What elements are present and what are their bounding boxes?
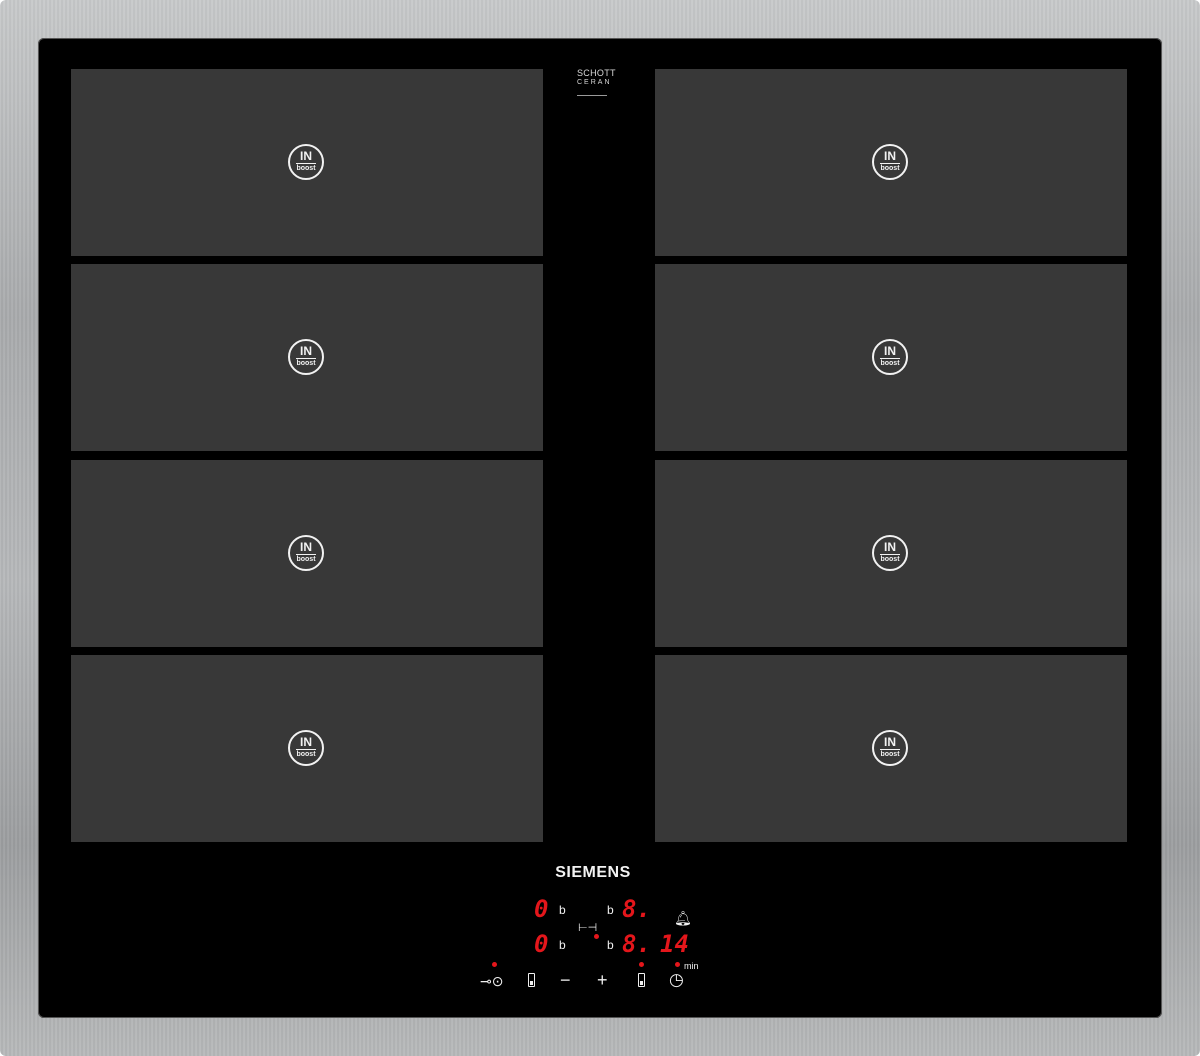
- induction-boost-icon: IN boost: [872, 535, 908, 571]
- cooking-zone-left-1[interactable]: IN boost: [71, 69, 543, 256]
- induction-boost-icon: IN boost: [288, 339, 324, 375]
- minus-button[interactable]: −: [560, 971, 571, 989]
- front-left-power-level: 0: [534, 895, 549, 923]
- brand-logo: SIEMENS: [555, 864, 631, 881]
- cooking-zone-left-2[interactable]: IN boost: [71, 264, 543, 451]
- zone-select-left-button[interactable]: [528, 973, 535, 987]
- front-right-boost-flag: b: [607, 903, 614, 917]
- timer-led: [675, 962, 680, 967]
- induction-boost-icon: IN boost: [288, 730, 324, 766]
- induction-boost-icon: IN boost: [872, 144, 908, 180]
- schott-ceran-logo: SCHOTT CERAN: [577, 69, 616, 96]
- induction-boost-icon: IN boost: [872, 339, 908, 375]
- timer-value-display: 14: [660, 930, 689, 958]
- zone-link-icon[interactable]: ⊢⊣: [578, 922, 597, 934]
- rear-left-power-level: 0: [534, 930, 549, 958]
- induction-boost-icon: IN boost: [288, 144, 324, 180]
- front-right-power-level: 8.: [622, 895, 651, 923]
- plus-button[interactable]: +: [597, 971, 608, 989]
- stainless-frame: IN boost IN boost IN boost IN boost IN b…: [0, 0, 1200, 1056]
- timer-alarm-icon[interactable]: 🔔︎: [674, 910, 692, 926]
- rear-left-boost-flag: b: [559, 938, 566, 952]
- glass-cooktop: IN boost IN boost IN boost IN boost IN b…: [38, 38, 1162, 1018]
- cooking-zone-right-4[interactable]: IN boost: [655, 655, 1127, 842]
- front-left-boost-flag: b: [559, 903, 566, 917]
- timer-unit-label: min: [684, 961, 699, 971]
- induction-boost-icon: IN boost: [288, 535, 324, 571]
- zone-link-indicator-led: [594, 934, 599, 939]
- induction-boost-icon: IN boost: [872, 730, 908, 766]
- timer-clock-button[interactable]: ◷: [669, 971, 684, 988]
- key-lock-led: [492, 962, 497, 967]
- rear-right-boost-flag: b: [607, 938, 614, 952]
- zone-select-right-button[interactable]: [638, 973, 645, 987]
- rear-right-power-level: 8.: [622, 930, 651, 958]
- cooking-zone-left-3[interactable]: IN boost: [71, 460, 543, 647]
- zone-select-led: [639, 962, 644, 967]
- cooking-zone-left-4[interactable]: IN boost: [71, 655, 543, 842]
- cooking-zone-right-3[interactable]: IN boost: [655, 460, 1127, 647]
- cooking-zone-right-1[interactable]: IN boost: [655, 69, 1127, 256]
- key-lock-button[interactable]: ⊸⊙: [480, 973, 503, 989]
- cooking-zone-right-2[interactable]: IN boost: [655, 264, 1127, 451]
